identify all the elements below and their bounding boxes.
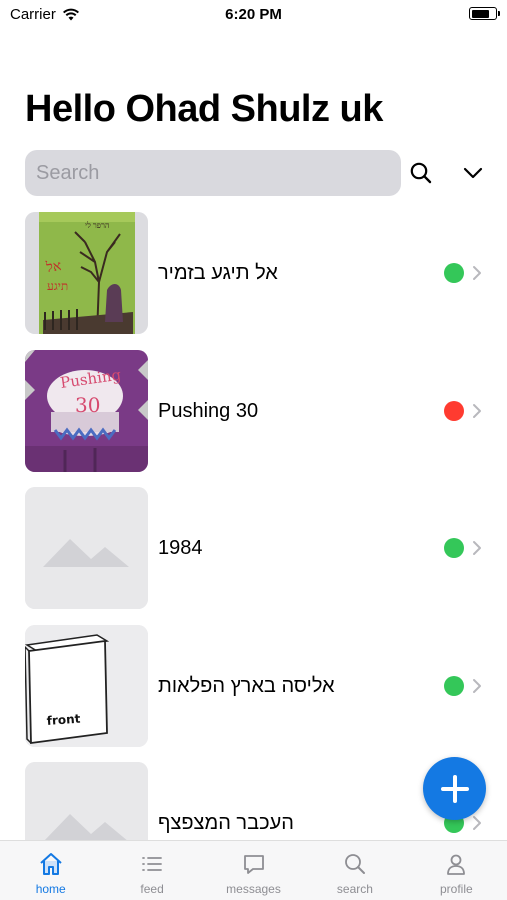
list-item[interactable]: 1984 [0, 487, 507, 625]
chat-icon [243, 855, 264, 874]
book-title: אליסה בארץ הפלאות [158, 674, 335, 697]
chevron-right-icon [473, 541, 481, 555]
list-item[interactable]: Pushing 30 Pushing 30 [0, 349, 507, 488]
book-title: 1984 [158, 537, 203, 559]
cover-sketch-front: front [25, 624, 148, 747]
tab-label: profile [439, 882, 473, 896]
status-dot [444, 400, 464, 421]
tab-bar: home feed messages search profile [0, 840, 507, 900]
svg-text:הרפר לי: הרפר לי [85, 221, 110, 230]
tab-messages[interactable]: messages [203, 841, 304, 900]
chevron-down-icon[interactable] [461, 161, 485, 185]
book-title: העכבר המצפצף [158, 812, 294, 834]
chevron-right-icon [473, 678, 481, 693]
person-icon [447, 854, 466, 875]
search-input[interactable] [36, 161, 401, 185]
cover-text: front [46, 711, 81, 727]
svg-text:תיגע: תיגע [47, 279, 68, 293]
book-cover [25, 487, 148, 609]
chevron-right-icon [473, 816, 481, 830]
image-placeholder-icon [25, 487, 148, 609]
chevron-right-icon [473, 266, 481, 280]
search-icon [345, 854, 365, 874]
svg-text:אל: אל [44, 258, 62, 276]
chevron-right-icon [473, 403, 481, 418]
tab-label: feed [140, 882, 164, 896]
cover-purple-cake: Pushing 30 [25, 349, 148, 472]
book-cover: front [25, 624, 148, 747]
list-item[interactable]: אל תיגע הרפר לי אל תיגע בזמיר [0, 212, 507, 350]
status-dot [444, 538, 464, 558]
tab-profile[interactable]: profile [406, 841, 507, 900]
tab-label: search [336, 882, 373, 896]
cover-green-tree: אל תיגע הרפר לי [25, 212, 148, 334]
book-title: אל תיגע בזמיר [158, 262, 278, 284]
list-icon [142, 857, 163, 871]
book-title: Pushing 30 [158, 399, 259, 422]
list-item[interactable]: front אליסה בארץ הפלאות [0, 624, 507, 763]
svg-text:30: 30 [75, 393, 100, 417]
tab-feed[interactable]: feed [101, 841, 202, 900]
status-dot [444, 263, 464, 283]
tab-home[interactable]: home [0, 841, 101, 900]
add-book-button[interactable] [423, 757, 486, 820]
page-title: Hello Ohad Shulz uk [25, 88, 383, 130]
battery-icon [469, 7, 500, 20]
tab-label: messages [226, 882, 281, 896]
home-icon [40, 853, 62, 875]
clock: 6:20 PM [225, 6, 282, 23]
search-icon[interactable] [408, 160, 434, 186]
plus-icon [440, 774, 469, 803]
book-cover: Pushing 30 [25, 349, 148, 472]
status-bar: Carrier 6:20 PM [0, 0, 507, 30]
tab-search[interactable]: search [304, 841, 405, 900]
tab-label: home [35, 882, 66, 896]
status-dot [444, 675, 464, 696]
book-cover: אל תיגע הרפר לי [25, 212, 148, 334]
search-field[interactable] [25, 150, 401, 196]
